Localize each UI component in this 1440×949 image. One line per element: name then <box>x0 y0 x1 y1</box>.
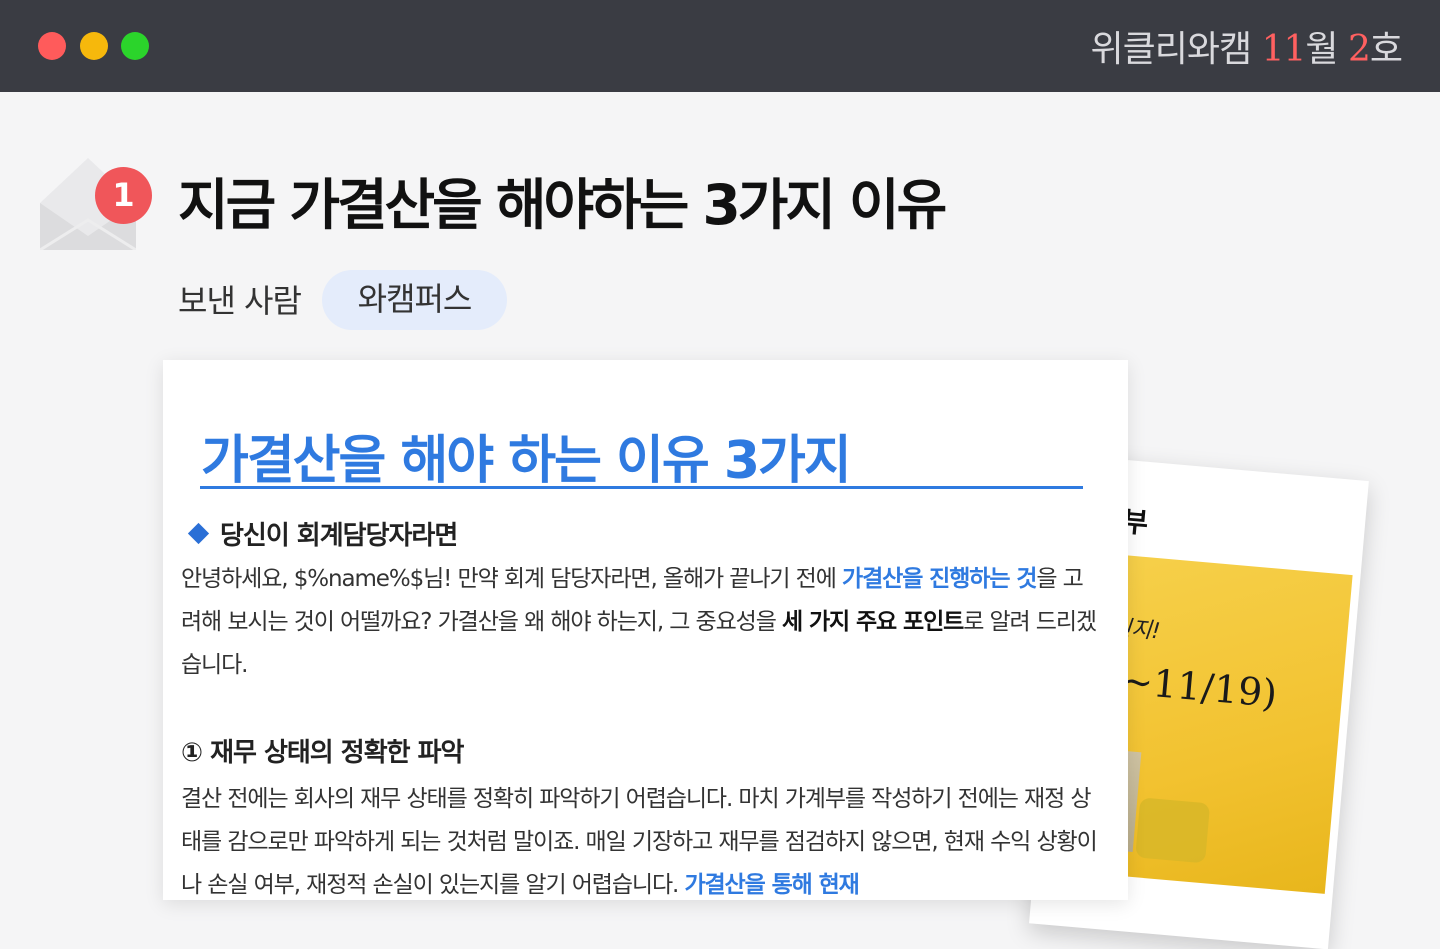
section-1-title-text: 당신이 회계담당자라면 <box>220 521 458 551</box>
close-window-button[interactable] <box>38 32 66 60</box>
newsletter-card: 가결산을 해야 하는 이유 3가지 당신이 회계담당자라면 안녕하세요, $%n… <box>163 360 1128 900</box>
intro-bold: 세 가지 주요 포인트 <box>782 609 964 635</box>
title-month-suffix: 월 <box>1305 29 1348 70</box>
sender-chip[interactable]: 와캠퍼스 <box>322 270 507 330</box>
section-2-title: ① 재무 상태의 정확한 파악 <box>181 738 464 768</box>
back-card-decoration <box>1135 797 1211 864</box>
title-month-number: 11 <box>1261 29 1307 70</box>
title-prefix: 위클리와캠 <box>1090 29 1262 70</box>
title-week-suffix: 호 <box>1369 29 1403 70</box>
title-week-number: 2 <box>1347 29 1371 70</box>
newsletter-heading: 가결산을 해야 하는 이유 3가지 <box>201 431 852 491</box>
window-title: 위클리와캠 11월 2호 <box>1090 20 1403 72</box>
email-subject: 지금 가결산을 해야하는 3가지 이유 <box>178 173 947 237</box>
diamond-bullet-icon <box>187 522 210 545</box>
intro-paragraph: 안녕하세요, $%name%$님! 만약 회계 담당자라면, 올해가 끝나기 전… <box>181 558 1101 687</box>
intro-link[interactable]: 가결산을 진행하는 것 <box>842 566 1037 592</box>
minimize-window-button[interactable] <box>80 32 108 60</box>
unread-count-badge: 1 <box>95 167 152 224</box>
sender-label: 보낸 사람 <box>178 282 302 320</box>
section-2-link[interactable]: 가결산을 통해 현재 <box>684 872 859 898</box>
section-2-text: 결산 전에는 회사의 재무 상태를 정확히 파악하기 어렵습니다. 마치 가계부… <box>181 786 1098 898</box>
section-2-paragraph: 결산 전에는 회사의 재무 상태를 정확히 파악하기 어렵습니다. 마치 가계부… <box>181 778 1101 900</box>
section-1-title: 당신이 회계담당자라면 <box>185 515 458 552</box>
heading-divider <box>200 486 1083 489</box>
intro-text-a: 안녕하세요, $%name%$님! 만약 회계 담당자라면, 올해가 끝나기 전… <box>181 566 843 592</box>
window-titlebar: 위클리와캠 11월 2호 <box>0 0 1440 92</box>
maximize-window-button[interactable] <box>121 32 149 60</box>
